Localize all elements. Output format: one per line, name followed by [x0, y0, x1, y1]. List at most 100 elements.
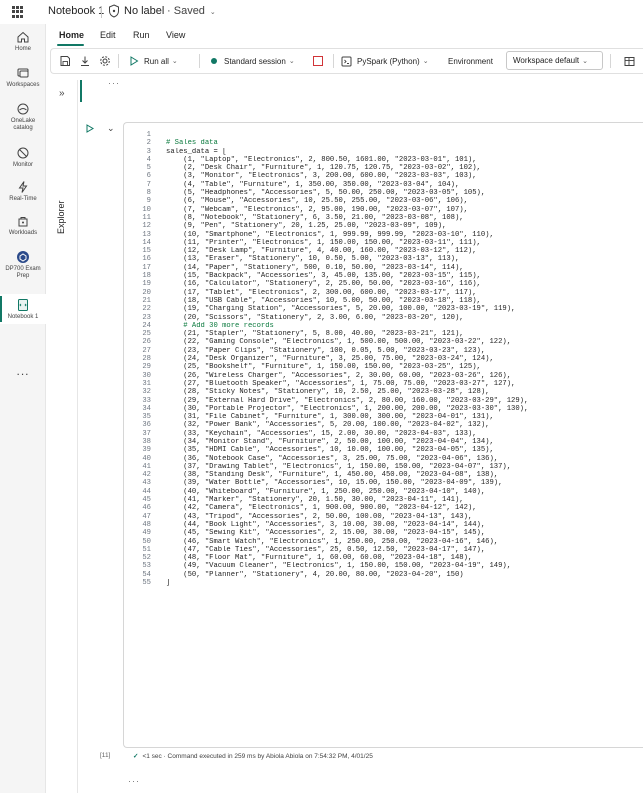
- rail-item-notebook[interactable]: Notebook 1: [0, 294, 46, 324]
- session-status-dot: [211, 58, 217, 64]
- sensitivity-label-icon[interactable]: [108, 4, 120, 18]
- line-number: 20: [142, 288, 151, 297]
- line-number: 42: [142, 471, 151, 480]
- line-number: 38: [142, 437, 151, 446]
- line-number: 54: [142, 570, 151, 579]
- code-cell[interactable]: 1 2 3 4 5 6 7 8 9 10 11 12 13 14 15 16 17 18 19 20 21 22 23 24 2…: [123, 122, 643, 748]
- code-line: (7, "Webcam", "Electronics", 2, 95.00, 1…: [166, 205, 468, 214]
- line-number: 33: [142, 396, 151, 405]
- save-status-text: Saved: [173, 5, 205, 17]
- session-dropdown[interactable]: Standard session ⌄: [211, 49, 295, 73]
- code-line: (46, "Smart Watch", "Electronics", 1, 25…: [166, 537, 499, 546]
- rail-item-label: Monitor: [12, 162, 33, 168]
- code-line: (37, "Drawing Tablet", "Electronics", 1,…: [166, 462, 512, 471]
- line-number: 34: [142, 404, 151, 413]
- play-icon: [130, 56, 139, 66]
- onelake-icon: [17, 103, 29, 115]
- code-line: (23, "Paper Clips", "Stationery", 100, 0…: [166, 346, 486, 355]
- tab-view[interactable]: View: [166, 30, 185, 40]
- line-number: 23: [142, 313, 151, 322]
- code-line: (39, "Water Bottle", "Accessories", 10, …: [166, 479, 503, 488]
- tab-edit[interactable]: Edit: [100, 30, 116, 40]
- notebook-title[interactable]: Notebook 1: [48, 5, 104, 17]
- line-number: 37: [142, 429, 151, 438]
- line-number: 41: [142, 462, 151, 471]
- expand-panel-icon[interactable]: »: [59, 88, 65, 99]
- run-all-button[interactable]: Run all ⌄: [129, 49, 178, 73]
- line-number: 4: [146, 155, 151, 164]
- download-button[interactable]: [79, 49, 91, 73]
- chevron-down-icon: ⌄: [422, 58, 429, 65]
- rail-item-workspaces[interactable]: Workspaces: [0, 66, 46, 89]
- toolbar-divider: [333, 54, 334, 68]
- code-line: ]: [166, 579, 171, 588]
- code-line: (35, "HDMI Cable", "Accessories", 10, 10…: [166, 446, 494, 455]
- toolbar-divider: [118, 54, 119, 68]
- code-line: (15, "Backpack", "Accessories", 3, 45.00…: [166, 272, 481, 281]
- code-line: (43, "Tripod", "Accessories", 2, 50.00, …: [166, 512, 473, 521]
- chevron-down-icon: ⌄: [207, 9, 216, 16]
- code-line: # Add 30 more records: [166, 321, 274, 330]
- execution-count: [11]: [100, 752, 111, 759]
- code-line: (5, "Headphones", "Accessories", 5, 50.0…: [166, 189, 486, 198]
- save-status[interactable]: · Saved ⌄: [167, 5, 216, 17]
- tab-run[interactable]: Run: [133, 30, 150, 40]
- code-line: (36, "Notebook Case", "Accessories", 3, …: [166, 454, 499, 463]
- line-number: 48: [142, 520, 151, 529]
- code-editor[interactable]: # Sales data sales_data = [ (1, "Laptop",…: [166, 131, 643, 587]
- menu-tabs: Home Edit Run View: [46, 24, 643, 46]
- code-line: (41, "Marker", "Stationery", 20, 1.50, 3…: [166, 496, 464, 505]
- monitor-icon: [17, 147, 29, 159]
- rail-item-monitor[interactable]: Monitor: [0, 146, 46, 169]
- download-icon: [81, 56, 89, 66]
- line-number: 9: [146, 197, 151, 206]
- line-number: 53: [142, 562, 151, 571]
- stop-session-button[interactable]: [313, 49, 323, 73]
- code-line: (12, "Desk Lamp", "Furniture", 4, 40.00,…: [166, 247, 477, 256]
- data-wrangler-button[interactable]: [624, 49, 635, 73]
- rail-more-button[interactable]: ...: [0, 364, 46, 378]
- rail-item-home[interactable]: Home: [0, 30, 46, 53]
- run-cell-button[interactable]: [86, 124, 94, 135]
- code-line: (22, "Gaming Console", "Electronics", 1,…: [166, 338, 512, 347]
- line-number: 32: [142, 388, 151, 397]
- line-number: 17: [142, 263, 151, 272]
- line-number: 2: [146, 139, 151, 148]
- rail-item-label: DP700 Exam Prep: [5, 266, 41, 279]
- rail-item-label: OneLake catalog: [10, 118, 36, 131]
- line-number: 35: [142, 413, 151, 422]
- language-dropdown[interactable]: PySpark (Python) ⌄: [341, 49, 429, 73]
- rail-item-label: Real-Time: [9, 196, 37, 202]
- environment-dropdown[interactable]: Workspace default ⌄: [506, 51, 603, 70]
- code-line: (30, "Portable Projector", "Electronics"…: [166, 404, 529, 413]
- line-number: 50: [142, 537, 151, 546]
- line-number: 40: [142, 454, 151, 463]
- home-icon: [17, 31, 29, 43]
- rail-item-onelake[interactable]: OneLake catalog: [0, 102, 46, 132]
- workspaces-icon: [17, 68, 29, 78]
- lightning-icon: [18, 181, 28, 193]
- previous-cell-indicator: [80, 80, 82, 102]
- code-line: (8, "Notebook", "Stationery", 6, 3.50, 2…: [166, 213, 464, 222]
- code-line: (10, "Smartphone", "Electronics", 1, 999…: [166, 230, 494, 239]
- tab-home[interactable]: Home: [59, 30, 84, 40]
- rail-item-label: Workloads: [8, 230, 38, 236]
- rail-item-workloads[interactable]: Workloads: [0, 214, 46, 237]
- rail-item-dp700[interactable]: DP700 Exam Prep: [0, 250, 46, 280]
- settings-button[interactable]: [99, 49, 111, 73]
- explorer-label[interactable]: Explorer: [56, 200, 66, 234]
- code-line: (11, "Printer", "Electronics", 1, 150.00…: [166, 238, 481, 247]
- rail-item-real-time[interactable]: Real-Time: [0, 180, 46, 203]
- toolbar-divider: [199, 54, 200, 68]
- cell-more-options[interactable]: ···: [128, 776, 140, 786]
- app-launcher-icon[interactable]: [12, 6, 24, 18]
- sensitivity-label[interactable]: No label: [124, 5, 164, 17]
- line-number: 22: [142, 305, 151, 314]
- code-line: (13, "Eraser", "Stationery", 10, 0.50, 5…: [166, 255, 460, 264]
- previous-cell-more[interactable]: ···: [108, 78, 120, 88]
- save-button[interactable]: [59, 49, 71, 73]
- line-number-gutter: 1 2 3 4 5 6 7 8 9 10 11 12 13 14 15 16 17 18 19 20 21 22 23 24 2…: [124, 131, 154, 587]
- collapse-cell-icon[interactable]: ⌄: [107, 123, 115, 134]
- run-all-label: Run all: [144, 56, 169, 66]
- code-line: (1, "Laptop", "Electronics", 2, 800.50, …: [166, 155, 477, 164]
